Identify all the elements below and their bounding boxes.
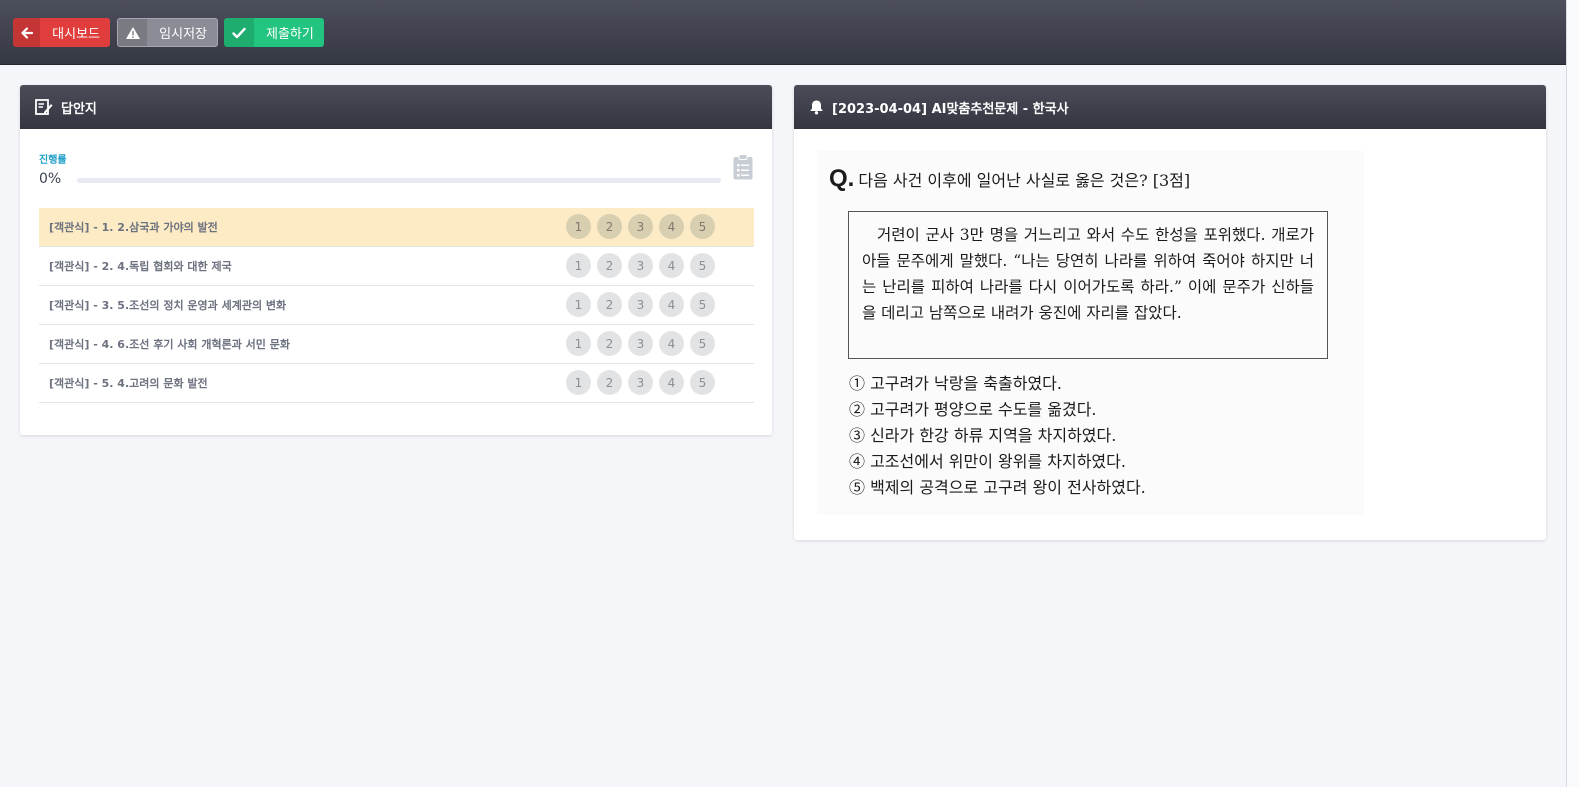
temp-save-button[interactable]: 임시저장 bbox=[117, 18, 218, 47]
answer-sheet-title: 답안지 bbox=[61, 101, 97, 117]
dashboard-button-label: 대시보드 bbox=[52, 27, 100, 42]
question-row[interactable]: [객관식] - 2. 4.독립 협회와 대한 제국 1 2 3 4 5 bbox=[39, 247, 754, 286]
submit-button-label: 제출하기 bbox=[266, 27, 314, 42]
answer-option-button[interactable]: 4 bbox=[659, 253, 684, 278]
answer-option-button[interactable]: 3 bbox=[628, 292, 653, 317]
answer-options: 12345 bbox=[566, 370, 721, 395]
progress-bar bbox=[77, 178, 721, 183]
answer-option-button[interactable]: 3 bbox=[628, 370, 653, 395]
answer-option-button[interactable]: 4 bbox=[659, 331, 684, 356]
answer-sheet-card: 답안지 진행률 0% [객관식] - 1. 2.삼국과 가야의 발전 1 2 3 4 5[… bbox=[20, 85, 772, 435]
question-label: [객관식] - 5. 4.고려의 문화 발전 bbox=[49, 377, 208, 390]
warning-icon bbox=[118, 19, 148, 46]
answer-option-button[interactable]: 1 bbox=[566, 370, 591, 395]
check-icon bbox=[224, 18, 254, 47]
edit-note-icon bbox=[35, 99, 53, 115]
answer-option-button[interactable]: 3 bbox=[628, 253, 653, 278]
answer-option-button[interactable]: 1 bbox=[566, 253, 591, 278]
problem-title: [2023-04-04] AI맞춤추천문제 - 한국사 bbox=[832, 101, 1069, 117]
question-text: 다음 사건 이후에 일어난 사실로 옳은 것은? [3점] bbox=[858, 171, 1191, 190]
answer-option-button[interactable]: 1 bbox=[566, 292, 591, 317]
answer-option-button[interactable]: 2 bbox=[597, 331, 622, 356]
answer-option-button[interactable]: 4 bbox=[659, 292, 684, 317]
answer-option-button[interactable]: 1 bbox=[566, 331, 591, 356]
top-toolbar: 대시보드 임시저장 제출하기 bbox=[0, 0, 1567, 65]
answer-option-button[interactable]: 2 bbox=[597, 292, 622, 317]
choice-list: ① 고구려가 낙랑을 축출하였다. ② 고구려가 평양으로 수도를 옮겼다. ③ 신… bbox=[849, 371, 1146, 501]
bell-icon bbox=[809, 99, 824, 115]
choice-item: ④ 고조선에서 위만이 왕위를 차지하였다. bbox=[849, 452, 1126, 471]
dashboard-button[interactable]: 대시보드 bbox=[13, 18, 110, 47]
answer-option-button[interactable]: 3 bbox=[628, 214, 653, 239]
question-row[interactable]: [객관식] - 4. 6.조선 후기 사회 개혁론과 서민 문화 1 2 3 4 5 bbox=[39, 325, 754, 364]
arrow-left-icon bbox=[13, 18, 41, 47]
choice-item: ⑤ 백제의 공격으로 고구려 왕이 전사하였다. bbox=[849, 478, 1146, 497]
question-label: [객관식] - 3. 5.조선의 정치 운영과 세계관의 변화 bbox=[49, 299, 287, 312]
problem-header: [2023-04-04] AI맞춤추천문제 - 한국사 bbox=[794, 85, 1546, 129]
answer-option-button[interactable]: 4 bbox=[659, 370, 684, 395]
choice-item: ② 고구려가 평양으로 수도를 옮겼다. bbox=[849, 400, 1097, 419]
answer-option-button[interactable]: 2 bbox=[597, 370, 622, 395]
answer-options: 12345 bbox=[566, 331, 721, 356]
choice-item: ③ 신라가 한강 하류 지역을 차지하였다. bbox=[849, 426, 1117, 445]
problem-card: [2023-04-04] AI맞춤추천문제 - 한국사 Q. 다음 사건 이후에 … bbox=[794, 85, 1546, 540]
question-label: [객관식] - 1. 2.삼국과 가야의 발전 bbox=[49, 221, 218, 234]
answer-option-button[interactable]: 5 bbox=[690, 253, 715, 278]
question-row[interactable]: [객관식] - 5. 4.고려의 문화 발전 1 2 3 4 5 bbox=[39, 364, 754, 403]
choice-item: ① 고구려가 낙랑을 축출하였다. bbox=[849, 374, 1062, 393]
answer-option-button[interactable]: 5 bbox=[690, 292, 715, 317]
answer-option-button[interactable]: 3 bbox=[628, 331, 653, 356]
answer-option-button[interactable]: 1 bbox=[566, 214, 591, 239]
question-list: [객관식] - 1. 2.삼국과 가야의 발전 1 2 3 4 5 [객관식] - 2. 4… bbox=[39, 208, 754, 403]
question-passage: 거련이 군사 3만 명을 거느리고 와서 수도 한성을 포위했다. 개로가 아들… bbox=[848, 211, 1328, 359]
question-stem: Q. 다음 사건 이후에 일어난 사실로 옳은 것은? [3점] bbox=[829, 165, 1190, 193]
answer-option-button[interactable]: 5 bbox=[690, 214, 715, 239]
answer-options: 12345 bbox=[566, 253, 721, 278]
question-label: [객관식] - 2. 4.독립 협회와 대한 제국 bbox=[49, 260, 232, 273]
answer-options: 12345 bbox=[566, 214, 721, 239]
answer-option-button[interactable]: 5 bbox=[690, 370, 715, 395]
answer-option-button[interactable]: 4 bbox=[659, 214, 684, 239]
question-row[interactable]: [객관식] - 1. 2.삼국과 가야의 발전 1 2 3 4 5 bbox=[39, 208, 754, 247]
answer-option-button[interactable]: 2 bbox=[597, 214, 622, 239]
submit-button[interactable]: 제출하기 bbox=[224, 18, 324, 47]
progress-value: 0% bbox=[39, 171, 62, 187]
answer-option-button[interactable]: 2 bbox=[597, 253, 622, 278]
scrollbar[interactable] bbox=[1566, 0, 1579, 787]
clipboard-icon bbox=[733, 154, 753, 184]
answer-option-button[interactable]: 5 bbox=[690, 331, 715, 356]
question-image: Q. 다음 사건 이후에 일어난 사실로 옳은 것은? [3점] 거련이 군사 3… bbox=[817, 151, 1364, 515]
question-mark: Q. bbox=[829, 165, 855, 192]
temp-save-button-label: 임시저장 bbox=[159, 27, 207, 42]
answer-sheet-header: 답안지 bbox=[20, 85, 772, 129]
answer-options: 12345 bbox=[566, 292, 721, 317]
question-row[interactable]: [객관식] - 3. 5.조선의 정치 운영과 세계관의 변화 1 2 3 4 5 bbox=[39, 286, 754, 325]
question-label: [객관식] - 4. 6.조선 후기 사회 개혁론과 서민 문화 bbox=[49, 338, 290, 351]
progress-label: 진행률 bbox=[39, 155, 67, 166]
